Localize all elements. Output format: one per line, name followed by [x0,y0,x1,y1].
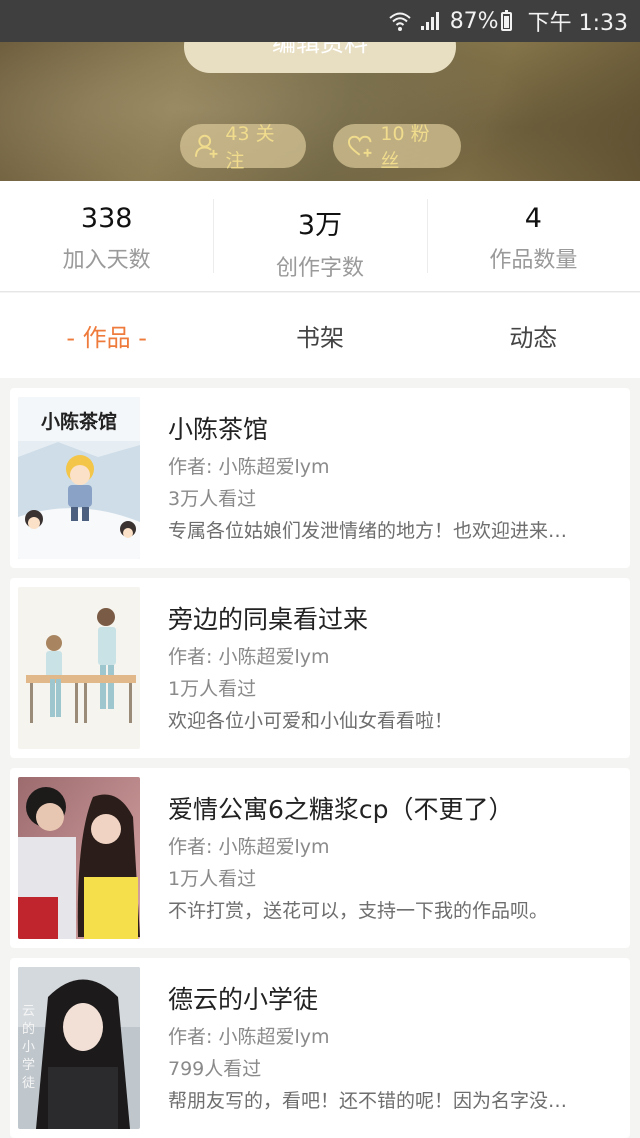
profile-stats: 338 加入天数 3万 创作字数 4 作品数量 [0,181,640,292]
stat-word-count: 3万 创作字数 [213,181,426,291]
book-cover: 云的小学徒 [18,967,140,1129]
status-bar: 87% 下午 1:33 [0,0,640,42]
work-card[interactable]: 小陈茶馆 小陈茶馆 作者: 小陈超爱lym 3万人看过 专属各位姑娘们发泄情绪的… [10,388,630,568]
tab-bookshelf[interactable]: 书架 [213,318,426,353]
stat-value: 338 [80,203,133,234]
stat-label: 作品数量 [489,248,578,273]
stat-label: 创作字数 [275,256,364,281]
work-card[interactable]: 爱情公寓6之糖浆cp（不更了） 作者: 小陈超爱lym 1万人看过 不许打赏，送… [10,768,630,948]
wifi-icon [388,10,412,32]
fans-button[interactable]: 10 粉丝 [333,123,461,172]
fans-count: 10 粉丝 [380,123,430,172]
profile-screen: 编辑资料 43 关注 10 粉丝 87% 下午 1:33 338 加入天数 3万… [0,0,640,1138]
book-cover [18,587,140,749]
work-title[interactable]: 德云的小学徒 [168,980,614,1016]
clock: 下午 1:33 [527,11,628,36]
work-description: 专属各位姑娘们发泄情绪的地方！也欢迎进来… [168,520,568,542]
book-cover: 小陈茶馆 [18,397,140,559]
work-views: 1万人看过 [168,678,257,700]
cover-title: 小陈茶馆 [40,411,117,433]
work-views: 3万人看过 [168,488,257,510]
work-info: 爱情公寓6之糖浆cp（不更了） 作者: 小陈超爱lym 1万人看过 不许打赏，送… [168,790,614,922]
works-list: 小陈茶馆 小陈茶馆 作者: 小陈超爱lym 3万人看过 专属各位姑娘们发泄情绪的… [0,378,640,1138]
heart-plus-icon [347,135,372,157]
work-info: 旁边的同桌看过来 作者: 小陈超爱lym 1万人看过 欢迎各位小可爱和小仙女看看… [168,600,614,732]
add-person-icon [194,134,218,158]
work-card[interactable]: 云的小学徒 德云的小学徒 作者: 小陈超爱lym 799人看过 帮朋友写的，看吧… [10,958,630,1138]
work-views: 799人看过 [168,1058,262,1080]
stat-days-joined: 338 加入天数 [0,181,213,291]
work-author: 作者: 小陈超爱lym [168,456,330,478]
work-description: 欢迎各位小可爱和小仙女看看啦！ [168,710,454,732]
stat-label: 加入天数 [62,248,151,273]
stat-value: 3万 [297,210,343,241]
work-title[interactable]: 爱情公寓6之糖浆cp（不更了） [168,790,614,826]
work-card[interactable]: 旁边的同桌看过来 作者: 小陈超爱lym 1万人看过 欢迎各位小可爱和小仙女看看… [10,578,630,758]
work-author: 作者: 小陈超爱lym [168,836,330,858]
cover-title: 云的小学徒 [22,1004,36,1091]
work-author: 作者: 小陈超爱lym [168,646,330,668]
work-description: 帮朋友写的，看吧！还不错的呢！因为名字没… [168,1090,568,1112]
tab-activity[interactable]: 动态 [427,318,640,353]
battery-icon [500,9,512,31]
profile-tabs: - 作品 - 书架 动态 [0,293,640,378]
following-count: 43 关注 [225,123,275,172]
battery-percent: 87% [449,8,499,34]
work-info: 小陈茶馆 作者: 小陈超爱lym 3万人看过 专属各位姑娘们发泄情绪的地方！也欢… [168,410,614,542]
work-title[interactable]: 旁边的同桌看过来 [168,600,614,636]
work-description: 不许打赏，送花可以，支持一下我的作品呗。 [168,900,549,922]
stat-value: 4 [524,203,542,234]
work-info: 德云的小学徒 作者: 小陈超爱lym 799人看过 帮朋友写的，看吧！还不错的呢… [168,980,614,1112]
book-cover [18,777,140,939]
signal-icon [420,11,442,31]
work-author: 作者: 小陈超爱lym [168,1026,330,1048]
work-views: 1万人看过 [168,868,257,890]
following-button[interactable]: 43 关注 [180,123,306,172]
tab-works[interactable]: - 作品 - [0,318,213,353]
stat-works-count: 4 作品数量 [426,181,640,291]
work-title[interactable]: 小陈茶馆 [168,410,614,446]
